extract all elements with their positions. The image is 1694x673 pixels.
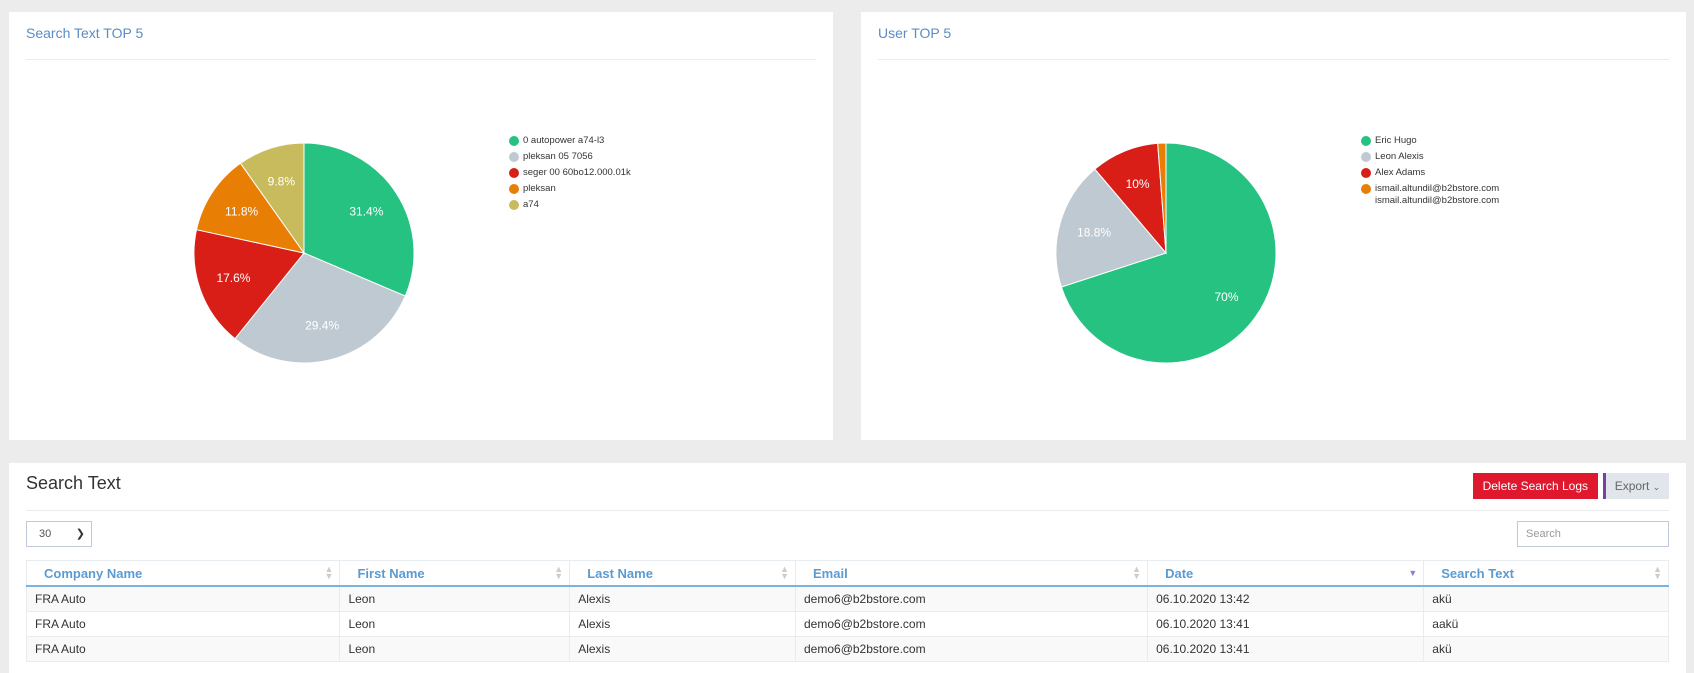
table-cell: 06.10.2020 13:42 xyxy=(1147,585,1425,612)
legend-swatch xyxy=(1361,168,1371,178)
column-header-date[interactable]: Date ▼ xyxy=(1147,560,1425,587)
legend-label: Alex Adams xyxy=(1375,167,1426,178)
panel-title: Search Text TOP 5 xyxy=(26,25,144,41)
table-row[interactable]: FRA Auto Leon Alexis demo6@b2bstore.com 06.1… xyxy=(25,611,1669,637)
column-header-label: Company Name xyxy=(44,565,143,581)
pie-data-label: 29.4% xyxy=(305,319,339,333)
legend-swatch xyxy=(1361,136,1371,146)
sort-icon[interactable]: ▲ ▼ xyxy=(780,565,789,581)
column-header-label: Search Text xyxy=(1441,565,1515,581)
legend-label: Leon Alexis xyxy=(1375,151,1424,162)
user-pie-chart: 70% 18.8% 10% xyxy=(1055,142,1277,364)
legend-label: Eric Hugo xyxy=(1375,135,1417,146)
table-cell: Alexis xyxy=(569,585,796,612)
table-cell: Alexis xyxy=(569,636,796,662)
page-size-value: 30 xyxy=(39,528,52,540)
column-header-label: Date xyxy=(1165,565,1194,581)
legend-label: pleksan xyxy=(523,183,556,194)
pie-data-label: 18.8% xyxy=(1077,226,1111,240)
table-cell: akü xyxy=(1423,636,1669,662)
search-text-top5-panel: Search Text TOP 5 31.4% 29.4% 17.6% 11.8% 9.… xyxy=(9,12,833,440)
pie-data-label: 10% xyxy=(1126,177,1150,191)
table-cell: aakü xyxy=(1423,611,1669,637)
sort-desc-icon[interactable]: ▼ xyxy=(1408,569,1417,578)
legend-label: a74 xyxy=(523,199,539,210)
legend-item[interactable]: ismail.altundil@b2bstore.com ismail.altu… xyxy=(1361,183,1499,206)
table-cell: demo6@b2bstore.com xyxy=(794,585,1149,612)
table-cell: demo6@b2bstore.com xyxy=(794,611,1149,637)
export-dropdown-button[interactable]: Export ⌄ xyxy=(1606,473,1669,499)
table-cell: demo6@b2bstore.com xyxy=(794,636,1149,662)
user-legend: Eric Hugo Leon Alexis Alex Adams ismail.alt… xyxy=(1361,135,1499,206)
column-header-label: Last Name xyxy=(587,565,653,581)
chevron-down-icon: ❯ xyxy=(75,528,85,540)
sort-icon[interactable]: ▲ ▼ xyxy=(554,565,563,581)
legend-item[interactable]: pleksan xyxy=(509,183,631,199)
column-header-last-name[interactable]: Last Name ▲ ▼ xyxy=(569,560,796,587)
column-header-search-text[interactable]: Search Text ▲ ▼ xyxy=(1423,560,1669,587)
table-cell: FRA Auto xyxy=(25,585,341,612)
legend-item[interactable]: seger 00 60bo12.000.01k xyxy=(509,167,631,183)
legend-item[interactable]: Leon Alexis xyxy=(1361,151,1499,167)
column-header-email[interactable]: Email ▲ ▼ xyxy=(794,560,1149,587)
table-cell: Leon xyxy=(339,636,571,662)
table-cell: Leon xyxy=(339,585,571,612)
table-row[interactable]: FRA Auto Leon Alexis demo6@b2bstore.com 06.1… xyxy=(25,636,1669,662)
sort-icon[interactable]: ▲ ▼ xyxy=(1132,565,1141,581)
search-text-pie-chart: 31.4% 29.4% 17.6% 11.8% 9.8% xyxy=(193,142,415,364)
delete-search-logs-button[interactable]: Delete Search Logs xyxy=(1472,473,1598,499)
table-row[interactable]: FRA Auto Leon Alexis demo6@b2bstore.com 06.1… xyxy=(25,585,1669,612)
column-header-company-name[interactable]: Company Name ▲ ▼ xyxy=(25,560,341,587)
search-input[interactable]: Search xyxy=(1517,521,1669,547)
search-placeholder: Search xyxy=(1526,528,1561,540)
page-size-select[interactable]: 30 ❯ xyxy=(26,521,92,547)
table-cell: Leon xyxy=(339,611,571,637)
table-cell: 06.10.2020 13:41 xyxy=(1147,611,1425,637)
user-top5-panel: User TOP 5 70% 18.8% 10% Eric Hugo Leon Ale… xyxy=(861,12,1686,440)
legend-item[interactable]: Eric Hugo xyxy=(1361,135,1499,151)
table-header-row: Company Name ▲ ▼ First Name ▲ ▼ Last Name ▲ ▼ Ema… xyxy=(25,560,1669,587)
legend-label: 0 autopower a74-l3 xyxy=(523,135,605,146)
legend-label: ismail.altundil@b2bstore.com ismail.altu… xyxy=(1375,183,1500,206)
column-header-first-name[interactable]: First Name ▲ ▼ xyxy=(339,560,571,587)
legend-swatch xyxy=(509,184,519,194)
divider xyxy=(26,510,1669,511)
column-header-label: Email xyxy=(813,565,848,581)
legend-swatch xyxy=(1361,184,1371,194)
legend-swatch xyxy=(509,200,519,210)
search-text-legend: 0 autopower a74-l3 pleksan 05 7056 seger 0… xyxy=(509,135,631,215)
legend-item[interactable]: a74 xyxy=(509,199,631,215)
table-cell: FRA Auto xyxy=(25,636,341,662)
pie-data-label: 31.4% xyxy=(349,205,383,219)
section-title: Search Text xyxy=(26,473,121,493)
legend-label: seger 00 60bo12.000.01k xyxy=(523,167,631,178)
table-cell: akü xyxy=(1423,585,1669,612)
legend-item[interactable]: pleksan 05 7056 xyxy=(509,151,631,167)
export-label: Export xyxy=(1614,479,1650,493)
legend-swatch xyxy=(509,152,519,162)
column-header-label: First Name xyxy=(357,565,425,581)
legend-swatch xyxy=(1361,152,1371,162)
pie-data-label: 9.8% xyxy=(268,175,296,189)
table-cell: Alexis xyxy=(569,611,796,637)
legend-item[interactable]: Alex Adams xyxy=(1361,167,1499,183)
legend-swatch xyxy=(509,136,519,146)
search-text-table-panel: Search Text Delete Search Logs Export ⌄ … xyxy=(9,463,1686,673)
legend-swatch xyxy=(509,168,519,178)
table-cell: FRA Auto xyxy=(25,611,341,637)
divider xyxy=(878,59,1669,60)
search-logs-table: Company Name ▲ ▼ First Name ▲ ▼ Last Name ▲ ▼ Ema… xyxy=(25,560,1669,662)
pie-data-label: 11.8% xyxy=(225,205,258,219)
table-cell: 06.10.2020 13:41 xyxy=(1147,636,1425,662)
legend-label: pleksan 05 7056 xyxy=(523,151,593,162)
sort-icon[interactable]: ▲ ▼ xyxy=(325,565,334,581)
pie-data-label: 70% xyxy=(1214,290,1238,304)
chevron-down-icon: ⌄ xyxy=(1652,482,1661,492)
divider xyxy=(26,59,816,60)
panel-title: User TOP 5 xyxy=(878,25,952,41)
sort-icon[interactable]: ▲ ▼ xyxy=(1653,565,1662,581)
legend-item[interactable]: 0 autopower a74-l3 xyxy=(509,135,631,151)
pie-data-label: 17.6% xyxy=(216,271,250,285)
